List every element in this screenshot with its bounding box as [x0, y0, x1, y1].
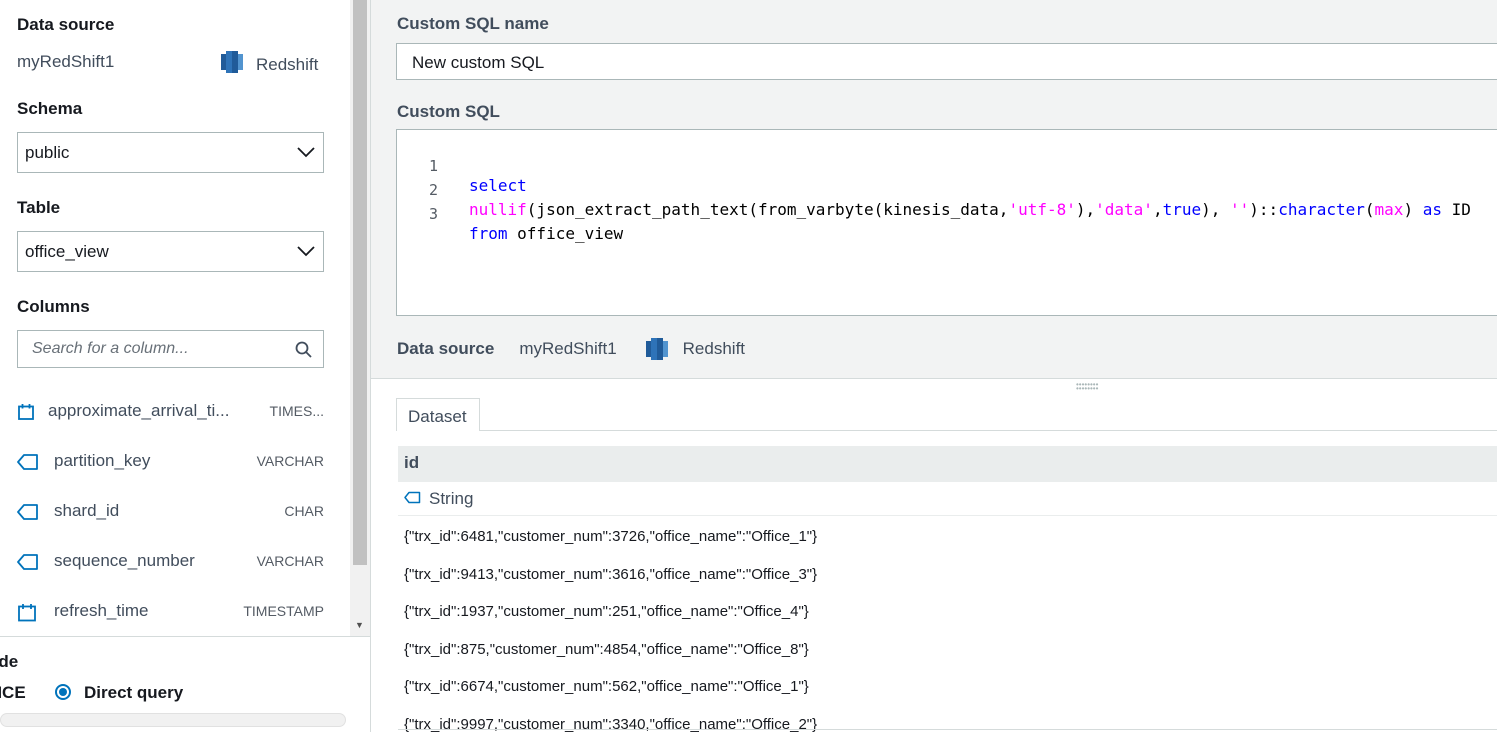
redshift-icon	[220, 49, 244, 80]
tab-dataset[interactable]: Dataset	[396, 398, 480, 431]
search-icon[interactable]	[295, 341, 313, 364]
tag-icon	[17, 453, 39, 476]
calendar-icon	[17, 603, 37, 628]
header-separator	[398, 515, 1497, 516]
spice-option-label[interactable]: PICE	[0, 683, 26, 703]
column-name: shard_id	[54, 501, 120, 520]
code-line: 1 select	[397, 138, 1497, 195]
column-item[interactable]: partition_key VARCHAR	[17, 447, 324, 477]
column-type: CHAR	[284, 503, 324, 519]
direct-query-label[interactable]: Direct query	[84, 683, 183, 703]
redshift-icon	[645, 336, 669, 362]
editor-data-source: Data source myRedShift1 Redshift	[397, 336, 745, 362]
column-type: VARCHAR	[256, 453, 324, 469]
column-name: approximate_arrival_ti...	[48, 401, 230, 420]
column-search-input[interactable]	[18, 331, 288, 367]
column-name: refresh_time	[54, 601, 149, 620]
column-type-label: String	[429, 489, 474, 508]
code-line: 2 nullif(json_extract_path_text(from_var…	[397, 162, 1497, 219]
column-search-field[interactable]	[17, 330, 324, 368]
editor-divider	[371, 378, 1497, 379]
left-panel-scrollbar[interactable]: ▼	[350, 0, 370, 636]
grid-bottom-border	[398, 729, 1497, 730]
query-mode-label: ode	[0, 652, 19, 671]
custom-sql-name-value: New custom SQL	[412, 53, 545, 72]
data-source-type: Redshift	[682, 339, 746, 358]
table-row: {"trx_id":9413,"customer_num":3616,"offi…	[404, 566, 818, 583]
column-item[interactable]: refresh_time TIMESTAMP	[17, 597, 324, 627]
column-type: TIMES...	[269, 403, 324, 419]
tab-underline	[480, 430, 1497, 431]
calendar-icon	[17, 403, 35, 426]
resize-handle-icon[interactable]: •••••••• ••••••••	[1076, 381, 1098, 393]
scroll-down-arrow-icon[interactable]: ▼	[355, 620, 364, 630]
custom-sql-label: Custom SQL	[397, 102, 500, 121]
code-text: from office_view	[469, 224, 624, 243]
tag-icon	[404, 489, 421, 509]
horizontal-scrollbar[interactable]	[0, 713, 346, 727]
column-header[interactable]: id	[398, 446, 1497, 482]
table-select-value: office_view	[25, 242, 109, 261]
column-item[interactable]: sequence_number VARCHAR	[17, 547, 324, 577]
data-source-name: myRedShift1	[519, 339, 617, 358]
column-name: partition_key	[54, 451, 151, 470]
data-source-name: myRedShift1	[17, 52, 115, 71]
column-type-indicator: String	[404, 489, 473, 509]
data-source-type-label: Redshift	[256, 54, 319, 74]
code-line: 3 from office_view	[397, 186, 1497, 243]
column-type: VARCHAR	[256, 553, 324, 569]
columns-label: Columns	[17, 297, 90, 316]
table-row: {"trx_id":6674,"customer_num":562,"offic…	[404, 678, 809, 695]
schema-label: Schema	[17, 99, 83, 118]
left-panel: Data source myRedShift1 Redshift Schema …	[0, 0, 350, 636]
tag-icon	[17, 553, 39, 576]
direct-query-radio[interactable]	[55, 684, 71, 700]
column-item[interactable]: shard_id CHAR	[17, 497, 324, 527]
custom-sql-name-label: Custom SQL name	[397, 14, 549, 33]
chevron-down-icon	[297, 244, 315, 263]
table-select[interactable]: office_view	[17, 231, 324, 272]
data-source-label: Data source	[17, 15, 115, 34]
column-type: TIMESTAMP	[243, 603, 324, 619]
column-item[interactable]: approximate_arrival_ti... TIMES...	[17, 397, 324, 427]
table-row: {"trx_id":1937,"customer_num":251,"offic…	[404, 603, 809, 620]
data-source-type: Redshift	[220, 49, 318, 80]
left-divider	[0, 636, 370, 637]
table-row: {"trx_id":6481,"customer_num":3726,"offi…	[404, 528, 818, 545]
tag-icon	[17, 503, 39, 526]
line-number: 3	[428, 205, 438, 223]
table-label: Table	[17, 198, 61, 217]
table-row: {"trx_id":875,"customer_num":4854,"offic…	[404, 641, 809, 658]
custom-sql-name-input[interactable]: New custom SQL	[396, 43, 1497, 80]
column-header-label: id	[404, 453, 420, 472]
column-name: sequence_number	[54, 551, 195, 570]
sql-code-editor[interactable]: 1 select 2 nullif(json_extract_path_text…	[396, 129, 1497, 316]
schema-select-value: public	[25, 143, 70, 162]
scrollbar-thumb[interactable]	[353, 0, 367, 565]
chevron-down-icon	[297, 145, 315, 164]
data-source-label: Data source	[397, 339, 495, 358]
schema-select[interactable]: public	[17, 132, 324, 173]
